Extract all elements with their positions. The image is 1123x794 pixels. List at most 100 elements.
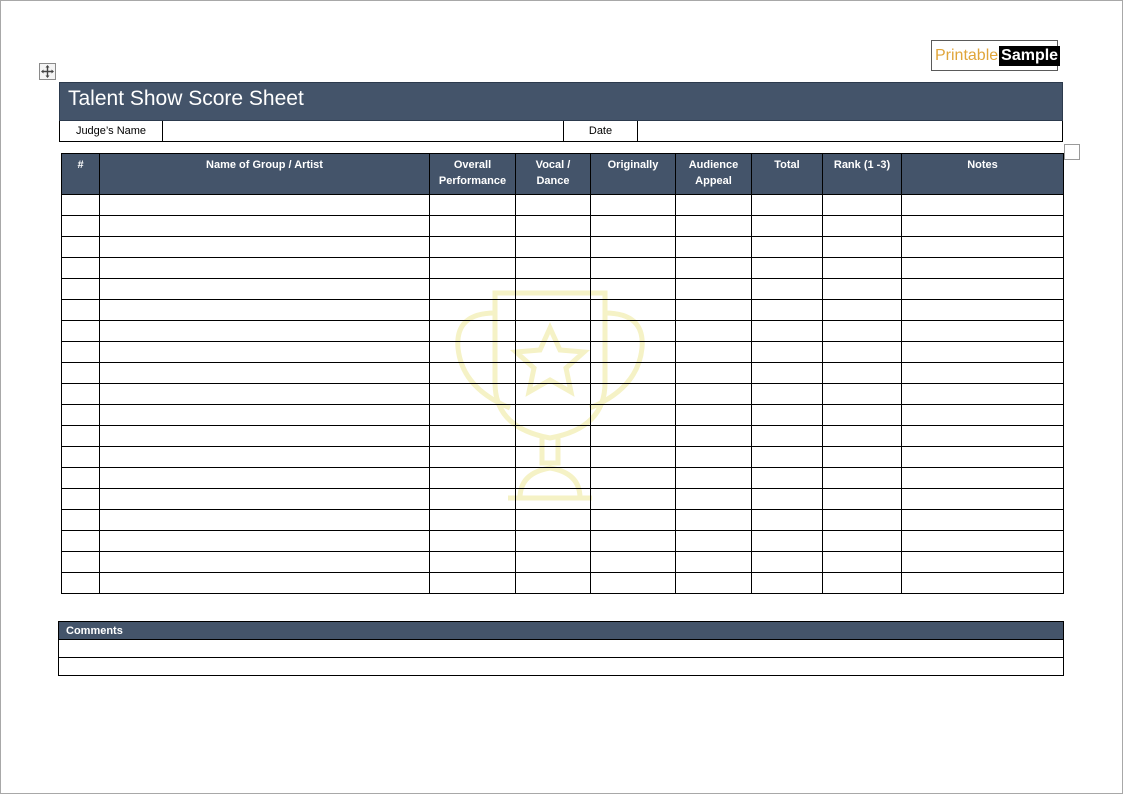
table-cell[interactable]	[99, 404, 430, 426]
table-cell[interactable]	[99, 278, 430, 300]
table-cell[interactable]	[99, 572, 430, 594]
table-cell[interactable]	[751, 404, 823, 426]
table-cell[interactable]	[822, 215, 902, 237]
table-cell[interactable]	[751, 530, 823, 552]
table-cell[interactable]	[590, 404, 676, 426]
table-cell[interactable]	[515, 530, 591, 552]
table-cell[interactable]	[429, 446, 516, 468]
table-cell[interactable]	[99, 341, 430, 363]
table-cell[interactable]	[429, 215, 516, 237]
table-cell[interactable]	[61, 551, 100, 573]
table-cell[interactable]	[429, 404, 516, 426]
table-cell[interactable]	[675, 236, 752, 258]
table-cell[interactable]	[429, 383, 516, 405]
table-cell[interactable]	[751, 425, 823, 447]
table-cell[interactable]	[429, 425, 516, 447]
table-cell[interactable]	[429, 320, 516, 342]
table-cell[interactable]	[429, 299, 516, 321]
table-cell[interactable]	[99, 194, 430, 216]
table-cell[interactable]	[61, 572, 100, 594]
table-cell[interactable]	[515, 488, 591, 510]
table-cell[interactable]	[61, 194, 100, 216]
table-cell[interactable]	[751, 320, 823, 342]
table-cell[interactable]	[61, 341, 100, 363]
table-cell[interactable]	[429, 362, 516, 384]
table-cell[interactable]	[99, 236, 430, 258]
table-cell[interactable]	[675, 194, 752, 216]
table-cell[interactable]	[751, 446, 823, 468]
table-cell[interactable]	[61, 257, 100, 279]
table-cell[interactable]	[901, 404, 1064, 426]
table-cell[interactable]	[99, 320, 430, 342]
table-cell[interactable]	[751, 236, 823, 258]
table-cell[interactable]	[901, 341, 1064, 363]
table-cell[interactable]	[901, 467, 1064, 489]
table-cell[interactable]	[515, 320, 591, 342]
table-cell[interactable]	[590, 530, 676, 552]
table-cell[interactable]	[61, 425, 100, 447]
table-cell[interactable]	[751, 509, 823, 531]
table-cell[interactable]	[590, 278, 676, 300]
table-cell[interactable]	[751, 194, 823, 216]
table-cell[interactable]	[99, 383, 430, 405]
table-cell[interactable]	[429, 278, 516, 300]
date-field[interactable]	[638, 121, 1062, 141]
table-cell[interactable]	[429, 236, 516, 258]
table-cell[interactable]	[822, 383, 902, 405]
table-cell[interactable]	[675, 509, 752, 531]
table-cell[interactable]	[901, 551, 1064, 573]
table-cell[interactable]	[61, 404, 100, 426]
table-cell[interactable]	[675, 362, 752, 384]
table-cell[interactable]	[675, 446, 752, 468]
table-cell[interactable]	[901, 383, 1064, 405]
table-cell[interactable]	[515, 572, 591, 594]
table-cell[interactable]	[515, 509, 591, 531]
table-cell[interactable]	[515, 194, 591, 216]
table-cell[interactable]	[590, 194, 676, 216]
table-cell[interactable]	[590, 299, 676, 321]
table-cell[interactable]	[515, 299, 591, 321]
table-cell[interactable]	[822, 257, 902, 279]
table-cell[interactable]	[751, 551, 823, 573]
table-cell[interactable]	[590, 572, 676, 594]
table-cell[interactable]	[901, 257, 1064, 279]
table-cell[interactable]	[751, 362, 823, 384]
table-cell[interactable]	[675, 278, 752, 300]
table-cell[interactable]	[61, 299, 100, 321]
table-cell[interactable]	[429, 488, 516, 510]
table-cell[interactable]	[822, 362, 902, 384]
table-cell[interactable]	[822, 446, 902, 468]
table-cell[interactable]	[515, 341, 591, 363]
comment-field[interactable]	[58, 639, 1064, 658]
table-cell[interactable]	[901, 278, 1064, 300]
table-cell[interactable]	[901, 446, 1064, 468]
table-cell[interactable]	[822, 278, 902, 300]
table-cell[interactable]	[901, 509, 1064, 531]
table-cell[interactable]	[99, 425, 430, 447]
table-cell[interactable]	[61, 488, 100, 510]
table-cell[interactable]	[61, 362, 100, 384]
table-cell[interactable]	[590, 236, 676, 258]
table-cell[interactable]	[901, 488, 1064, 510]
table-cell[interactable]	[61, 278, 100, 300]
table-cell[interactable]	[429, 551, 516, 573]
table-cell[interactable]	[99, 467, 430, 489]
table-cell[interactable]	[429, 194, 516, 216]
table-cell[interactable]	[429, 572, 516, 594]
table-cell[interactable]	[590, 488, 676, 510]
table-cell[interactable]	[61, 215, 100, 237]
table-cell[interactable]	[822, 341, 902, 363]
table-cell[interactable]	[822, 551, 902, 573]
table-cell[interactable]	[751, 215, 823, 237]
table-cell[interactable]	[590, 509, 676, 531]
table-cell[interactable]	[590, 467, 676, 489]
table-move-handle-icon[interactable]	[39, 63, 56, 80]
comment-field[interactable]	[58, 657, 1064, 676]
table-cell[interactable]	[751, 341, 823, 363]
table-cell[interactable]	[99, 299, 430, 321]
table-cell[interactable]	[675, 572, 752, 594]
table-cell[interactable]	[901, 425, 1064, 447]
table-cell[interactable]	[61, 530, 100, 552]
table-cell[interactable]	[901, 320, 1064, 342]
table-cell[interactable]	[61, 509, 100, 531]
